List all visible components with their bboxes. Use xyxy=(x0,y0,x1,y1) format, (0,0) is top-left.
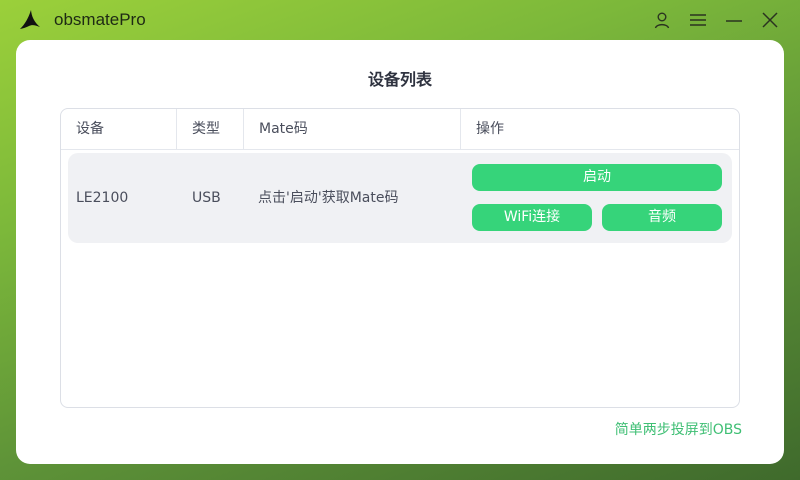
close-icon[interactable] xyxy=(759,9,781,31)
column-header-actions: 操作 xyxy=(476,121,504,137)
device-name-cell: LE2100 xyxy=(76,190,129,206)
bird-logo-icon xyxy=(18,8,42,32)
main-card: 设备列表 设备 类型 Mate码 操作 LE2100 USB 点击'启动'获取M… xyxy=(16,40,784,464)
wifi-connect-button[interactable]: WiFi连接 xyxy=(472,204,592,231)
column-header-type: 类型 xyxy=(177,109,244,149)
device-type-cell: USB xyxy=(192,190,221,206)
title-bar: obsmatePro xyxy=(0,0,800,40)
user-icon[interactable] xyxy=(651,9,673,31)
table-header: 设备 类型 Mate码 操作 xyxy=(61,109,739,150)
audio-button[interactable]: 音频 xyxy=(602,204,722,231)
app-title: obsmatePro xyxy=(54,10,146,29)
mate-code-cell: 点击'启动'获取Mate码 xyxy=(258,190,399,206)
page-title: 设备列表 xyxy=(367,70,432,89)
column-header-mate-code: Mate码 xyxy=(244,109,461,149)
obs-guide-link[interactable]: 简单两步投屏到OBS xyxy=(615,421,742,439)
minimize-icon[interactable] xyxy=(723,9,745,31)
table-row: LE2100 USB 点击'启动'获取Mate码 启动 WiFi连接 音频 xyxy=(68,153,732,243)
start-button[interactable]: 启动 xyxy=(472,164,722,191)
column-header-device: 设备 xyxy=(61,109,177,149)
menu-icon[interactable] xyxy=(687,9,709,31)
device-table: 设备 类型 Mate码 操作 LE2100 USB 点击'启动'获取Mate码 … xyxy=(60,108,740,408)
app-window: obsmatePro 设备列表 设备 类型 Mate码 操作 LE2100 US… xyxy=(0,0,800,480)
